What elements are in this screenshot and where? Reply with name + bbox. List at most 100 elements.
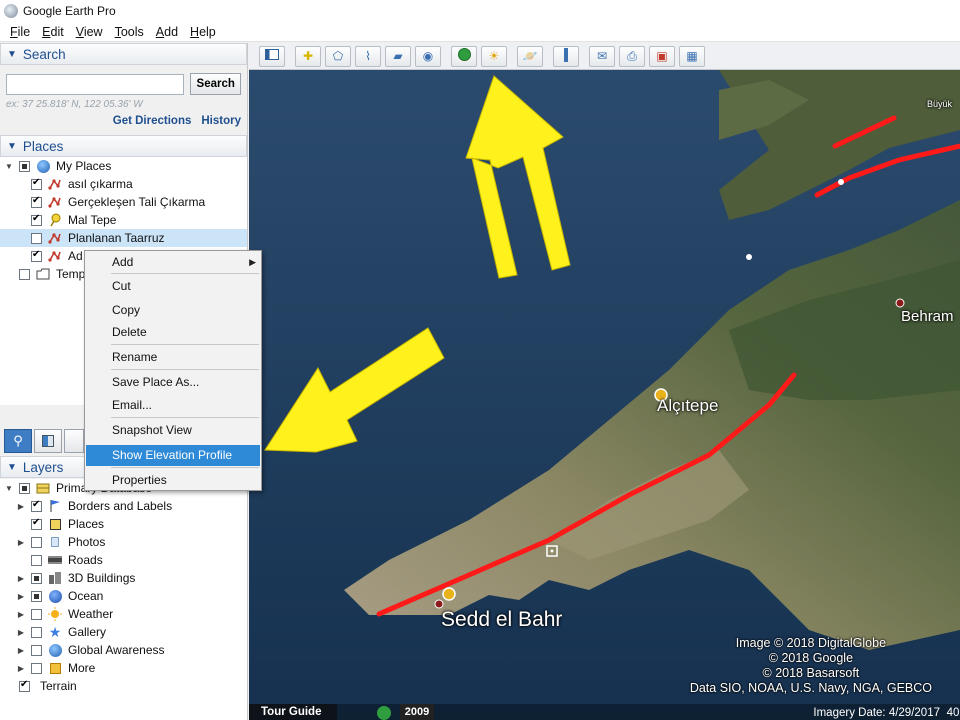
menu-tools[interactable]: Tools bbox=[109, 25, 150, 39]
menu-file[interactable]: File bbox=[4, 25, 36, 39]
layers-tree-row[interactable]: ▶ Borders and Labels bbox=[0, 497, 247, 515]
placemark-button[interactable]: ✚ bbox=[295, 45, 321, 67]
layers-visibility-checkbox[interactable] bbox=[31, 626, 42, 638]
polygon-button[interactable]: ⬠ bbox=[325, 45, 351, 67]
collapse-triangle-icon: ▼ bbox=[7, 461, 17, 473]
historical-year-badge[interactable]: 2009 bbox=[400, 704, 434, 720]
places-tool-button[interactable] bbox=[64, 429, 84, 453]
expand-arrow-icon[interactable]: ▶ bbox=[16, 610, 26, 619]
places-tree-row[interactable]: ▼ My Places bbox=[0, 157, 247, 175]
expand-arrow-icon[interactable]: ▶ bbox=[16, 574, 26, 583]
print-button[interactable]: ⎙ bbox=[619, 45, 645, 67]
search-input[interactable] bbox=[6, 73, 185, 95]
map-label-alcitepe[interactable]: Alçıtepe bbox=[657, 396, 718, 416]
toggle-panel-button[interactable] bbox=[34, 429, 62, 453]
context-menu-item-snapshot-view[interactable]: Snapshot View bbox=[86, 420, 260, 441]
context-menu-item-add[interactable]: Add ▶ bbox=[86, 252, 260, 273]
places-tree-row[interactable]: asıl çıkarma bbox=[0, 175, 247, 193]
history-link[interactable]: History bbox=[201, 115, 241, 131]
expand-arrow-icon[interactable]: ▶ bbox=[16, 646, 26, 655]
menu-add[interactable]: Add bbox=[150, 25, 184, 39]
layers-tree-row[interactable]: ▶ 3D Buildings bbox=[0, 569, 247, 587]
map-label-sedd-el-bahr[interactable]: Sedd el Bahr bbox=[441, 608, 562, 632]
search-places-button[interactable]: ⚲ bbox=[4, 429, 32, 453]
places-visibility-checkbox[interactable] bbox=[31, 249, 42, 262]
places-visibility-checkbox[interactable] bbox=[31, 232, 42, 244]
layers-visibility-checkbox[interactable] bbox=[19, 679, 30, 692]
places-tree-row[interactable]: Planlanan Taarruz bbox=[0, 229, 247, 247]
menu-mnemonic: F bbox=[10, 24, 18, 39]
expand-arrow-icon[interactable]: ▼ bbox=[4, 162, 14, 171]
view-in-maps-button[interactable]: ▦ bbox=[679, 45, 705, 67]
expand-arrow-icon[interactable]: ▶ bbox=[16, 538, 26, 547]
path-button[interactable]: ⌇ bbox=[355, 45, 381, 67]
places-visibility-checkbox[interactable] bbox=[31, 177, 42, 190]
layers-tree-row[interactable]: ▶ Global Awareness bbox=[0, 641, 247, 659]
context-menu-item-properties[interactable]: Properties bbox=[86, 470, 260, 491]
layers-visibility-checkbox[interactable] bbox=[31, 590, 42, 602]
places-visibility-checkbox[interactable] bbox=[31, 195, 42, 208]
layers-tree-row[interactable]: Roads bbox=[0, 551, 247, 569]
context-menu-item-delete[interactable]: Delete bbox=[86, 322, 260, 343]
places-panel-header[interactable]: ▼ Places bbox=[0, 135, 247, 157]
context-menu-item-show-elevation-profile[interactable]: Show Elevation Profile bbox=[86, 445, 260, 466]
map-label-buyuk[interactable]: Büyük bbox=[927, 99, 952, 109]
layers-tree-row[interactable]: Terrain bbox=[0, 677, 247, 695]
image-overlay-button[interactable]: ▰ bbox=[385, 45, 411, 67]
places-tree-row[interactable]: Mal Tepe bbox=[0, 211, 247, 229]
menu-edit[interactable]: Edit bbox=[36, 25, 70, 39]
layers-visibility-checkbox[interactable] bbox=[31, 608, 42, 620]
record-tour-button[interactable]: ◉ bbox=[415, 45, 441, 67]
layers-tree-row[interactable]: Places bbox=[0, 515, 247, 533]
places-visibility-checkbox[interactable] bbox=[19, 268, 30, 280]
layers-visibility-checkbox[interactable] bbox=[19, 482, 30, 494]
places-item-label: Planlanan Taarruz bbox=[68, 231, 165, 245]
map-view[interactable]: Alçıtepe Sedd el Bahr Behram Büyük Image… bbox=[249, 70, 960, 720]
places-visibility-checkbox[interactable] bbox=[19, 160, 30, 172]
email-button[interactable]: ✉ bbox=[589, 45, 615, 67]
expand-arrow-icon[interactable]: ▶ bbox=[16, 628, 26, 637]
tour-guide-button[interactable]: Tour Guide bbox=[249, 704, 337, 720]
layers-visibility-checkbox[interactable] bbox=[31, 662, 42, 674]
layers-visibility-checkbox[interactable] bbox=[31, 572, 42, 584]
context-menu-item-rename[interactable]: Rename bbox=[86, 347, 260, 368]
context-menu-item-copy[interactable]: Copy bbox=[86, 300, 260, 321]
sunlight-button[interactable]: ☀ bbox=[481, 45, 507, 67]
layers-item-label: Ocean bbox=[68, 589, 104, 603]
layers-tree-row[interactable]: ▶ Photos bbox=[0, 533, 247, 551]
map-label-behram[interactable]: Behram bbox=[901, 308, 954, 325]
sidebar-toggle-button[interactable] bbox=[259, 45, 285, 67]
historical-clock-icon[interactable] bbox=[377, 706, 391, 720]
star-icon: ★ bbox=[48, 624, 62, 640]
menu-help[interactable]: Help bbox=[184, 25, 222, 39]
search-button[interactable]: Search bbox=[190, 73, 241, 95]
layers-tree-row[interactable]: ▶ Ocean bbox=[0, 587, 247, 605]
layers-tree-row[interactable]: ▶ Weather bbox=[0, 605, 247, 623]
search-panel-header[interactable]: ▼ Search bbox=[0, 43, 247, 65]
layers-visibility-checkbox[interactable] bbox=[31, 517, 42, 530]
get-directions-link[interactable]: Get Directions bbox=[113, 115, 192, 131]
historical-imagery-button[interactable] bbox=[451, 45, 477, 67]
layers-tree-row[interactable]: ▶ ★ Gallery bbox=[0, 623, 247, 641]
expand-arrow-icon[interactable]: ▶ bbox=[16, 502, 26, 511]
layers-visibility-checkbox[interactable] bbox=[31, 554, 42, 566]
road-icon bbox=[47, 553, 63, 567]
planet-button[interactable]: 🪐 bbox=[517, 45, 543, 67]
layers-visibility-checkbox[interactable] bbox=[31, 644, 42, 656]
ruler-button[interactable] bbox=[553, 45, 579, 67]
layers-visibility-checkbox[interactable] bbox=[31, 499, 42, 512]
expand-arrow-icon[interactable]: ▶ bbox=[16, 664, 26, 673]
layers-tree-row[interactable]: ▶ More bbox=[0, 659, 247, 677]
places-visibility-checkbox[interactable] bbox=[31, 213, 42, 226]
expand-arrow-icon[interactable]: ▶ bbox=[16, 592, 26, 601]
menu-view[interactable]: View bbox=[70, 25, 109, 39]
save-image-button[interactable]: ▣ bbox=[649, 45, 675, 67]
menu-mnemonic: V bbox=[75, 24, 84, 39]
places-tree-row[interactable]: Gerçekleşen Tali Çıkarma bbox=[0, 193, 247, 211]
context-menu-item-save-place-as[interactable]: Save Place As... bbox=[86, 372, 260, 393]
context-menu-item-cut[interactable]: Cut bbox=[86, 276, 260, 297]
context-menu-item-email[interactable]: Email... bbox=[86, 395, 260, 416]
expand-arrow-icon[interactable]: ▼ bbox=[4, 484, 14, 493]
places-item-label: Temp bbox=[56, 267, 86, 281]
layers-visibility-checkbox[interactable] bbox=[31, 536, 42, 548]
